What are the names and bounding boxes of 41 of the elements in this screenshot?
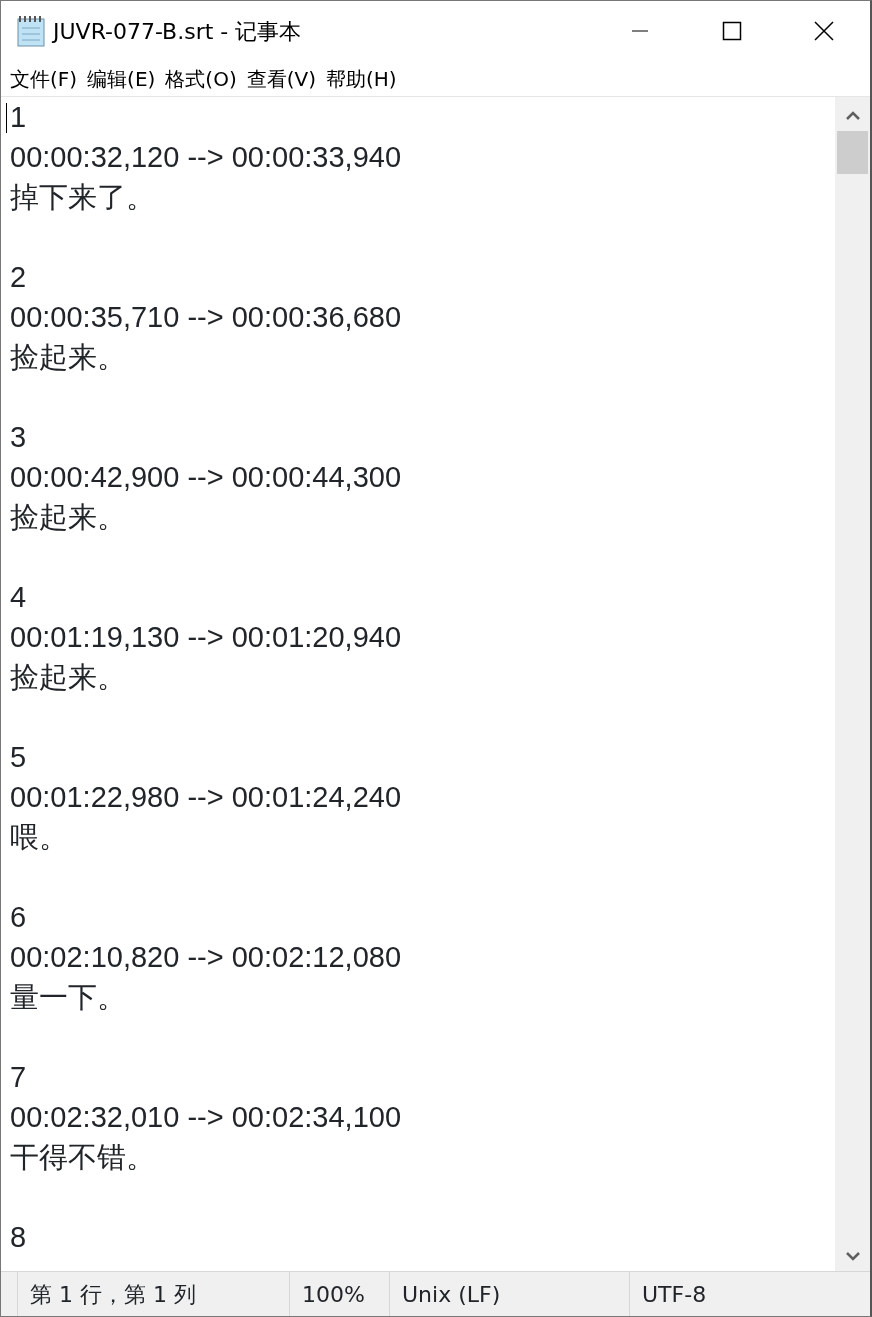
line-ending: Unix (LF) <box>389 1272 629 1316</box>
subtitle-index: 3 <box>10 420 27 455</box>
vertical-scrollbar[interactable] <box>835 97 870 1271</box>
subtitle-text: 量一下。 <box>10 980 126 1015</box>
subtitle-timecode: 00:00:35,710 --> 00:00:36,680 <box>10 300 402 335</box>
notepad-icon <box>15 14 47 48</box>
subtitle-timecode: 00:02:10,820 --> 00:02:12,080 <box>10 940 402 975</box>
subtitle-timecode: 00:00:32,120 --> 00:00:33,940 <box>10 140 402 175</box>
window-title: JUVR-077-B.srt - 记事本 <box>53 17 302 46</box>
subtitle-text: 干得不错。 <box>10 1140 155 1175</box>
subtitle-text: 捡起来。 <box>10 340 126 375</box>
scroll-thumb[interactable] <box>837 131 868 174</box>
subtitle-text: 喂。 <box>10 820 68 855</box>
subtitle-text: 掉下来了。 <box>10 180 155 215</box>
subtitle-timecode: 00:01:19,130 --> 00:01:20,940 <box>10 620 402 655</box>
subtitle-index: 8 <box>10 1220 27 1255</box>
cursor-position: 第 1 行，第 1 列 <box>17 1272 289 1316</box>
menu-item[interactable]: 文件(F) <box>5 63 83 94</box>
subtitle-index: 2 <box>10 260 27 295</box>
subtitle-index: 5 <box>10 740 27 775</box>
subtitle-timecode: 00:00:42,900 --> 00:00:44,300 <box>10 460 402 495</box>
scroll-up-icon[interactable] <box>844 111 861 121</box>
text-cursor <box>6 103 7 133</box>
zoom-level: 100% <box>289 1272 389 1316</box>
subtitle-timecode: 00:02:32,010 --> 00:02:34,100 <box>10 1100 402 1135</box>
subtitle-index: 7 <box>10 1060 27 1095</box>
scroll-down-icon[interactable] <box>844 1251 861 1261</box>
subtitle-index: 4 <box>10 580 27 615</box>
minimize-icon <box>632 30 648 32</box>
encoding: UTF-8 <box>629 1272 870 1316</box>
menu-item[interactable]: 帮助(H) <box>321 63 402 94</box>
subtitle-timecode: 00:01:22,980 --> 00:01:24,240 <box>10 780 402 815</box>
menu-item[interactable]: 格式(O) <box>160 63 242 94</box>
menu-item[interactable]: 编辑(E) <box>82 63 161 94</box>
close-icon <box>813 20 835 42</box>
menu-item[interactable]: 查看(V) <box>241 63 321 94</box>
subtitle-index: 1 <box>10 100 27 135</box>
subtitle-text: 捡起来。 <box>10 660 126 695</box>
maximize-icon <box>722 21 742 41</box>
subtitle-index: 6 <box>10 900 27 935</box>
subtitle-text: 捡起来。 <box>10 500 126 535</box>
